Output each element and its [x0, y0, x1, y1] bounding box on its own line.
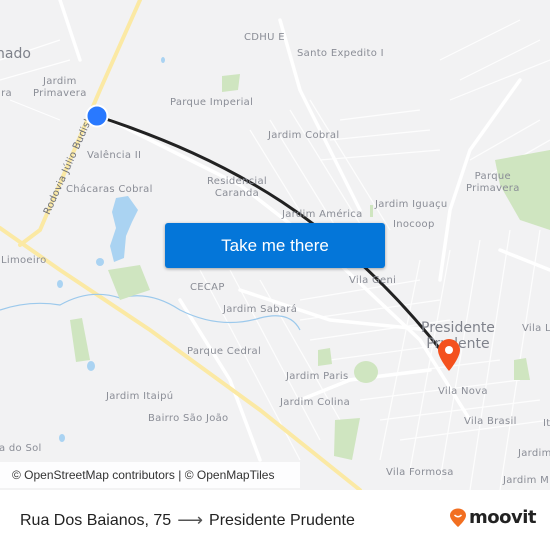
map-label: Jardim América: [282, 209, 363, 220]
map-label: Jardim Itaipú: [106, 391, 174, 402]
map-label: nado: [0, 46, 31, 62]
map-label: Jardim Cobral: [268, 130, 340, 141]
map-label: Santo Expedito I: [297, 48, 384, 59]
attribution-text[interactable]: © OpenStreetMap contributors | © OpenMap…: [12, 468, 274, 482]
moovit-pin-icon: [450, 508, 466, 527]
map-label: Inocoop: [393, 219, 435, 230]
map-label: Jardim Iguaçu: [375, 199, 448, 210]
map-label: It: [543, 418, 550, 429]
origin-name: Rua Dos Baianos, 75: [20, 511, 172, 529]
destination-pin-icon[interactable]: [436, 338, 462, 372]
map-label: Jardim M: [503, 475, 550, 486]
map-label: Vila Formosa: [386, 467, 454, 478]
map-label: Jardim: [518, 448, 550, 459]
map-label: Parque Imperial: [170, 97, 254, 108]
map-label: Valência II: [87, 150, 142, 161]
map-label: Bairro São João: [148, 413, 229, 424]
brand-name: moovit: [469, 507, 537, 528]
map-label: Jardim Paris: [286, 371, 349, 382]
map-label: Jardim Primavera: [33, 76, 87, 99]
moovit-logo: moovit: [449, 507, 537, 528]
map-label: Vila Brasil: [464, 416, 517, 427]
map-label: Jardim Sabará: [223, 304, 298, 315]
take-me-there-label: Take me there: [221, 235, 329, 255]
map-label: Parque Primavera: [466, 171, 520, 194]
map-label: Vila Nova: [438, 386, 488, 397]
map-label: Jardim Colina: [280, 397, 351, 408]
map-label: Residencial Caranda: [207, 176, 267, 199]
map-label: a do Sol: [0, 443, 42, 454]
map[interactable]: nado ira Jardim Primavera CDHU E Santo E…: [0, 0, 550, 490]
map-label: Chácaras Cobral: [66, 184, 153, 195]
map-label: Vila Geni: [349, 275, 397, 286]
map-label: CDHU E: [244, 32, 285, 43]
arrow-right-icon: ⟶: [177, 510, 204, 530]
map-label: CECAP: [190, 282, 225, 293]
map-label: ira: [0, 88, 12, 99]
water-bodies: [57, 57, 165, 442]
destination-name: Presidente Prudente: [209, 511, 355, 529]
take-me-there-button[interactable]: Take me there: [165, 223, 385, 268]
origin-dot-icon[interactable]: [85, 104, 109, 128]
map-label: Vila L: [522, 323, 550, 334]
map-label: Parque Cedral: [187, 346, 262, 357]
route-summary: Rua Dos Baianos, 75 ⟶ Presidente Prudent…: [20, 510, 355, 531]
map-label: Limoeiro: [1, 255, 47, 266]
map-attribution: © OpenStreetMap contributors | © OpenMap…: [0, 462, 300, 488]
